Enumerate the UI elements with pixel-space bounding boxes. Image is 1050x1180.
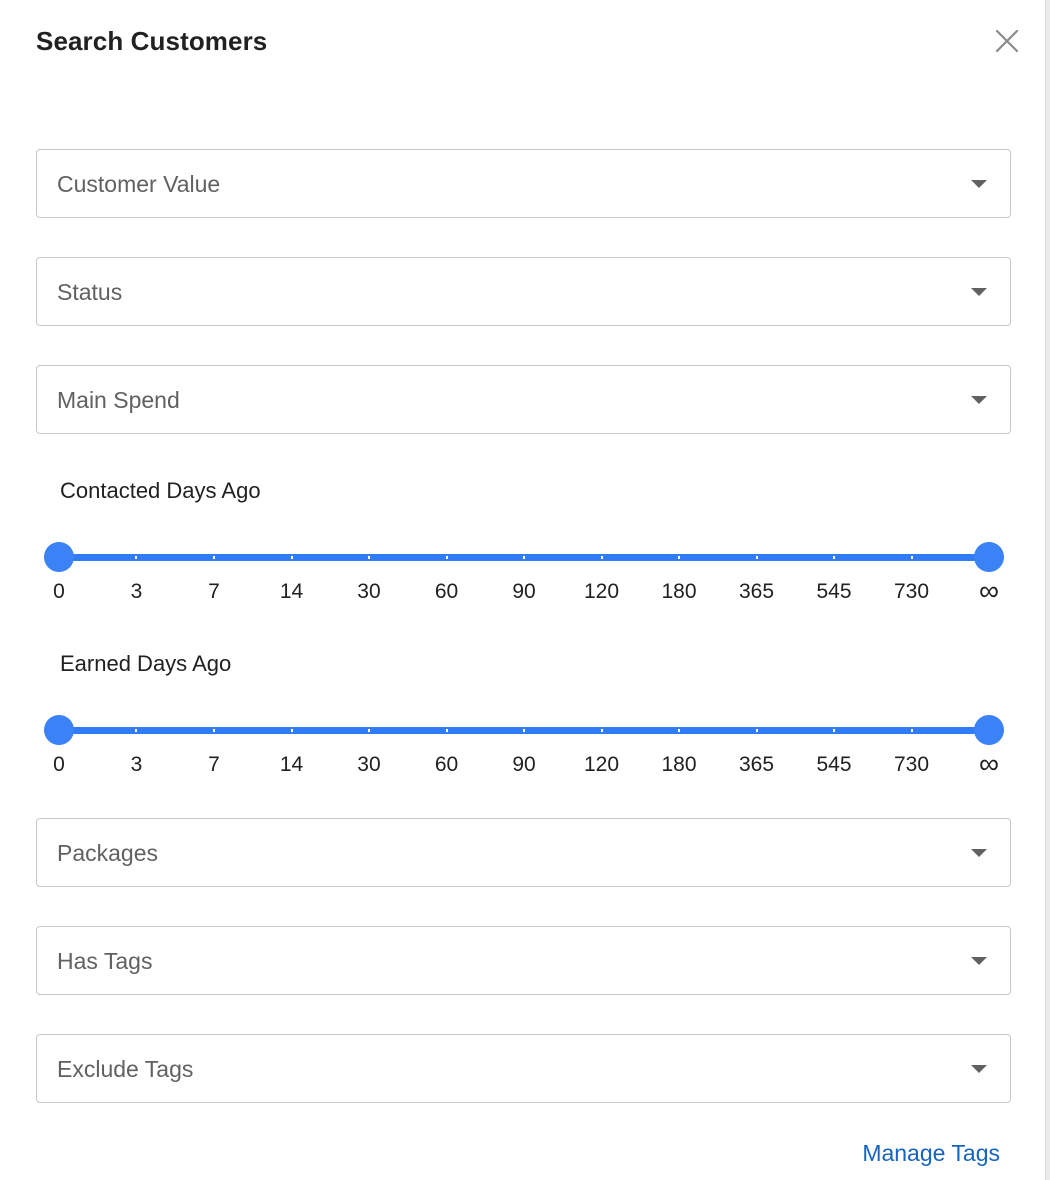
slider-tick-label: 60: [434, 580, 459, 603]
dialog-edge-divider: [1045, 0, 1050, 1180]
slider-tick-mark: [290, 729, 293, 732]
close-icon[interactable]: [990, 24, 1024, 58]
has-tags-select[interactable]: Has Tags: [36, 926, 1011, 995]
slider-tick-mark: [367, 729, 370, 732]
slider-tick-label: 30: [357, 580, 381, 603]
customer-value-select[interactable]: Customer Value: [36, 149, 1011, 218]
search-customers-dialog: Search Customers Customer Value Status M…: [0, 0, 1050, 1180]
slider-tick-mark: [910, 729, 913, 732]
slider-tick-mark: [135, 556, 138, 559]
slider-tick-mark: [445, 556, 448, 559]
slider-tick-label: 545: [816, 580, 852, 603]
earned-days-slider[interactable]: [44, 713, 1004, 753]
slider-tick-mark: [600, 556, 603, 559]
slider-tick-label: 365: [738, 580, 775, 603]
manage-tags-link[interactable]: Manage Tags: [862, 1140, 1000, 1167]
slider-tick-label: 90: [512, 580, 536, 603]
slider-tick-label: ∞: [979, 575, 999, 606]
slider-tick-label: 120: [583, 753, 620, 776]
main-spend-label: Main Spend: [57, 387, 180, 413]
exclude-tags-label: Exclude Tags: [57, 1056, 194, 1082]
chevron-down-icon: [971, 957, 987, 965]
slider-tick-label: 365: [738, 753, 775, 776]
status-select[interactable]: Status: [36, 257, 1011, 326]
slider-tick-label: 30: [357, 753, 381, 776]
slider-tick-label: ∞: [979, 748, 999, 779]
slider-tick-label: 90: [512, 753, 536, 776]
slider-tick-mark: [135, 729, 138, 732]
slider-tick-mark: [833, 556, 835, 559]
slider-tick-mark: [523, 729, 525, 732]
slider-tick-mark: [910, 556, 913, 559]
slider-min-thumb[interactable]: [44, 542, 74, 572]
contacted-days-title: Contacted Days Ago: [60, 478, 261, 503]
contacted-days-slider[interactable]: [44, 540, 1004, 580]
packages-label: Packages: [57, 840, 159, 866]
slider-max-thumb[interactable]: [974, 715, 1004, 745]
slider-tick-mark: [600, 729, 603, 732]
dialog-title: Search Customers: [36, 26, 268, 56]
slider-tick-label: 120: [583, 580, 620, 603]
chevron-down-icon: [971, 288, 987, 296]
slider-tick-label: 3: [130, 580, 143, 603]
slider-tick-label: 180: [661, 580, 697, 603]
slider-tick-mark: [523, 556, 525, 559]
packages-select[interactable]: Packages: [36, 818, 1011, 887]
slider-tick-mark: [212, 556, 215, 559]
slider-tick-mark: [367, 556, 370, 559]
status-label: Status: [57, 279, 123, 305]
slider-tick-label: 14: [279, 753, 304, 776]
slider-tick-mark: [677, 729, 680, 732]
earned-days-title: Earned Days Ago: [60, 651, 232, 676]
slider-tick-label: 60: [434, 753, 459, 776]
has-tags-label: Has Tags: [57, 948, 153, 974]
customer-value-label: Customer Value: [57, 171, 221, 197]
slider-tick-label: 180: [661, 753, 697, 776]
slider-tick-mark: [677, 556, 680, 559]
slider-tick-label: 730: [893, 580, 930, 603]
slider-max-thumb[interactable]: [974, 542, 1004, 572]
slider-tick-label: 3: [130, 753, 143, 776]
exclude-tags-select[interactable]: Exclude Tags: [36, 1034, 1011, 1103]
slider-tick-label: 0: [53, 753, 65, 776]
slider-min-thumb[interactable]: [44, 715, 74, 745]
slider-tick-label: 730: [893, 753, 930, 776]
slider-tick-label: 7: [208, 753, 220, 776]
slider-tick-mark: [290, 556, 293, 559]
slider-tick-label: 545: [816, 753, 852, 776]
earned-days-tick-labels: 0 3 7 14 30 60 90 120 180 365 545 730 ∞: [53, 748, 999, 783]
slider-tick-label: 14: [279, 580, 304, 603]
main-spend-select[interactable]: Main Spend: [36, 365, 1011, 434]
slider-tick-mark: [755, 729, 758, 732]
chevron-down-icon: [971, 396, 987, 404]
slider-tick-mark: [212, 729, 215, 732]
slider-tick-mark: [755, 556, 758, 559]
slider-tick-mark: [833, 729, 835, 732]
contacted-days-tick-labels: 0 3 7 14 30 60 90 120 180 365 545 730 ∞: [53, 575, 999, 610]
slider-tick-label: 0: [53, 580, 65, 603]
chevron-down-icon: [971, 849, 987, 857]
chevron-down-icon: [971, 180, 987, 188]
slider-tick-mark: [445, 729, 448, 732]
chevron-down-icon: [971, 1065, 987, 1073]
slider-tick-label: 7: [208, 580, 220, 603]
